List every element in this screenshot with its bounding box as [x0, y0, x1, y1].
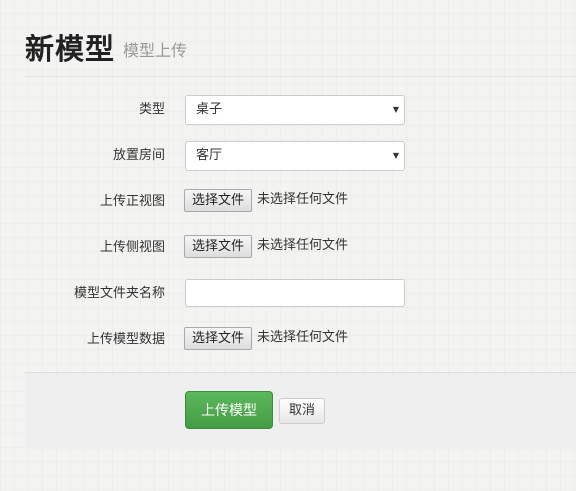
- model-data-file-status: 未选择任何文件: [257, 330, 349, 345]
- side-view-file-status: 未选择任何文件: [257, 238, 349, 253]
- front-view-file-button[interactable]: 选择文件: [184, 189, 253, 212]
- type-row: 类型 桌子 ▼: [0, 95, 576, 125]
- model-data-row: 上传模型数据 选择文件 未选择任何文件: [0, 325, 576, 355]
- front-view-file-status: 未选择任何文件: [257, 192, 349, 207]
- page-subtitle: 模型上传: [123, 41, 188, 60]
- model-data-file-button[interactable]: 选择文件: [184, 327, 253, 350]
- page-header: 新模型 模型上传: [25, 26, 576, 77]
- chevron-down-icon: ▼: [392, 105, 399, 114]
- room-select-value: 客厅: [196, 148, 223, 163]
- type-label: 类型: [138, 102, 165, 117]
- type-select[interactable]: 桌子 ▼: [185, 95, 405, 125]
- chevron-down-icon: ▼: [392, 151, 399, 160]
- front-view-row: 上传正视图 选择文件 未选择任何文件: [0, 187, 576, 217]
- side-view-label: 上传侧视图: [99, 240, 165, 255]
- folder-name-row: 模型文件夹名称: [0, 279, 576, 309]
- cancel-button[interactable]: 取消: [279, 398, 325, 424]
- folder-name-label: 模型文件夹名称: [73, 286, 165, 301]
- side-view-row: 上传侧视图 选择文件 未选择任何文件: [0, 233, 576, 263]
- folder-name-input[interactable]: [185, 279, 405, 307]
- upload-model-button[interactable]: 上传模型: [185, 391, 273, 429]
- page-title: 新模型: [25, 32, 116, 66]
- form-actions: 上传模型 取消: [25, 372, 576, 449]
- room-label: 放置房间: [112, 148, 165, 163]
- side-view-file-button[interactable]: 选择文件: [184, 235, 253, 258]
- room-row: 放置房间 客厅 ▼: [0, 141, 576, 171]
- front-view-label: 上传正视图: [99, 194, 165, 209]
- room-select[interactable]: 客厅 ▼: [185, 141, 405, 171]
- model-data-label: 上传模型数据: [86, 332, 165, 347]
- type-select-value: 桌子: [196, 102, 223, 117]
